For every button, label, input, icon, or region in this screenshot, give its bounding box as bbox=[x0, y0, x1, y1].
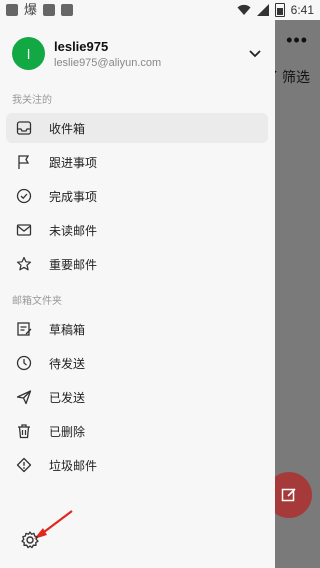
clock-icon bbox=[16, 355, 32, 371]
sidebar-item-label: 完成事项 bbox=[49, 189, 98, 204]
sidebar-item-label: 垃圾邮件 bbox=[49, 458, 98, 473]
sidebar-item-completed[interactable]: 完成事项 bbox=[6, 181, 268, 211]
envelope-icon bbox=[16, 222, 32, 238]
sidebar-item-label: 已删除 bbox=[49, 424, 86, 439]
account-name: leslie975 bbox=[54, 39, 109, 54]
battery-icon bbox=[274, 3, 285, 17]
wifi-icon bbox=[237, 4, 251, 15]
star-icon bbox=[16, 256, 32, 272]
avatar: l bbox=[12, 37, 45, 70]
chevron-down-icon[interactable] bbox=[247, 45, 263, 61]
status-bar-left: 爆 bbox=[6, 2, 74, 17]
sidebar-item-label: 待发送 bbox=[49, 356, 86, 371]
sidebar-item-label: 已发送 bbox=[49, 390, 86, 405]
send-icon bbox=[16, 389, 32, 405]
sidebar-item-label: 草稿箱 bbox=[49, 322, 86, 337]
clock-time: 6:41 bbox=[290, 3, 314, 17]
sidebar-item-label: 重要邮件 bbox=[49, 257, 98, 272]
compose-icon bbox=[281, 488, 296, 502]
sidebar-item-deleted[interactable]: 已删除 bbox=[6, 416, 268, 446]
account-email: leslie975@aliyun.com bbox=[54, 57, 162, 69]
status-bar: 爆 6:41 bbox=[0, 0, 320, 20]
sidebar-item-spam[interactable]: 垃圾邮件 bbox=[6, 450, 268, 480]
draft-icon bbox=[16, 321, 32, 337]
section-folders-title: 邮箱文件夹 bbox=[12, 296, 62, 307]
status-bar-right: 6:41 bbox=[237, 3, 314, 17]
account-header[interactable]: l leslie975 leslie975@aliyun.com bbox=[12, 37, 267, 77]
sidebar-item-sent[interactable]: 已发送 bbox=[6, 382, 268, 412]
sidebar-item-inbox[interactable]: 收件箱 bbox=[6, 113, 268, 143]
more-options-icon[interactable]: ••• bbox=[286, 30, 308, 51]
sidebar-item-label: 收件箱 bbox=[49, 121, 86, 136]
flag-icon bbox=[16, 154, 32, 170]
sidebar-item-label: 跟进事项 bbox=[49, 155, 98, 170]
navigation-drawer: l leslie975 leslie975@aliyun.com 我关注的 收件… bbox=[0, 20, 275, 568]
sidebar-item-follow-up[interactable]: 跟进事项 bbox=[6, 147, 268, 177]
check-circle-icon bbox=[16, 188, 32, 204]
section-favorites-title: 我关注的 bbox=[12, 95, 52, 106]
status-glyph: 爆 bbox=[24, 2, 38, 17]
app-notification-icon bbox=[43, 4, 56, 16]
signal-icon bbox=[256, 4, 269, 16]
gear-icon[interactable] bbox=[20, 530, 40, 550]
inbox-icon bbox=[16, 120, 32, 136]
sidebar-item-important[interactable]: 重要邮件 bbox=[6, 249, 268, 279]
sidebar-item-drafts[interactable]: 草稿箱 bbox=[6, 314, 268, 344]
sidebar-item-outbox[interactable]: 待发送 bbox=[6, 348, 268, 378]
trash-icon bbox=[16, 423, 32, 439]
spam-icon bbox=[16, 457, 32, 473]
sidebar-item-label: 未读邮件 bbox=[49, 223, 98, 238]
sidebar-item-unread[interactable]: 未读邮件 bbox=[6, 215, 268, 245]
download-notification-icon bbox=[61, 4, 74, 16]
notification-icon bbox=[6, 4, 18, 16]
